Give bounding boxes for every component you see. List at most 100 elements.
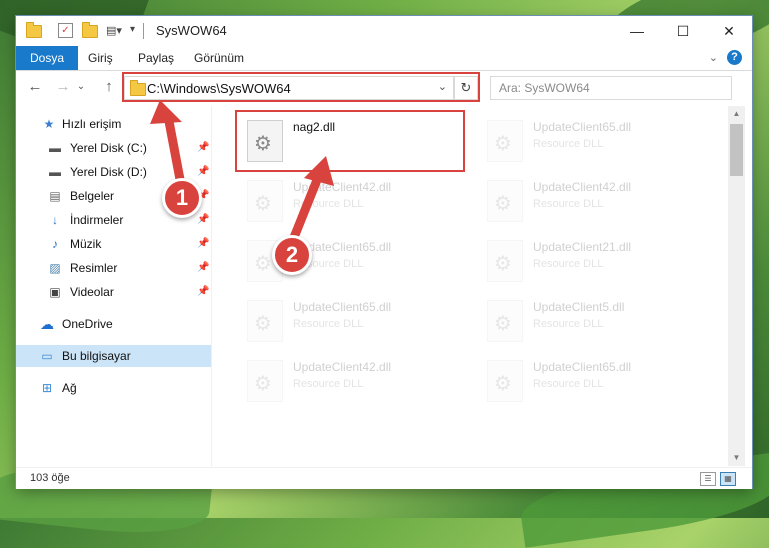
tab-share[interactable]: Paylaş: [128, 46, 184, 70]
sidebar-item-label: Hızlı erişim: [62, 117, 122, 131]
sidebar-item-label: Yerel Disk (C:): [70, 141, 147, 155]
sidebar-item-onedrive[interactable]: ☁ OneDrive: [16, 313, 211, 335]
file-item[interactable]: UpdateClient65.dll Resource DLL: [237, 294, 467, 350]
dll-file-icon: [487, 300, 523, 342]
search-input[interactable]: Ara: SysWOW64: [490, 76, 732, 100]
file-name: UpdateClient42.dll: [293, 180, 392, 194]
navigation-pane: ★ Hızlı erişim ▬ Yerel Disk (C:) 📌 ▬ Yer…: [16, 106, 211, 466]
pin-icon: 📌: [197, 286, 210, 297]
status-bar: 103 öğe ☰ ▦: [16, 467, 752, 489]
file-name: UpdateClient42.dll: [533, 180, 632, 194]
dll-file-icon: [247, 360, 283, 402]
search-placeholder: Ara: SysWOW64: [499, 81, 590, 95]
pin-icon: 📌: [197, 142, 210, 153]
file-type: Resource DLL: [533, 138, 604, 150]
file-item[interactable]: UpdateClient42.dll Resource DLL: [477, 174, 707, 230]
dll-file-icon: [487, 180, 523, 222]
pictures-icon: ▨: [49, 261, 61, 275]
sidebar-item-label: İndirmeler: [70, 213, 124, 227]
dll-file-icon: [487, 120, 523, 162]
file-item[interactable]: UpdateClient65.dll Resource DLL: [237, 234, 467, 290]
dll-file-icon: [487, 360, 523, 402]
step-1-badge: 1: [162, 178, 202, 218]
ribbon-tabs: Dosya Giriş Paylaş Görünüm ⌄ ?: [16, 46, 752, 71]
file-item[interactable]: UpdateClient5.dll Resource DLL: [477, 294, 707, 350]
forward-button[interactable]: →: [52, 77, 74, 97]
computer-icon: ▭: [41, 349, 53, 363]
properties-icon[interactable]: ✓: [58, 23, 73, 38]
tab-file[interactable]: Dosya: [16, 46, 79, 70]
window-title: SysWOW64: [156, 23, 227, 38]
sidebar-item-label: Belgeler: [70, 189, 115, 203]
file-type: Resource DLL: [293, 378, 364, 390]
sidebar-item-network[interactable]: ⊞ Ağ: [16, 377, 211, 399]
sidebar-item-videos[interactable]: ▣ Videolar 📌: [16, 281, 211, 303]
star-icon: ★: [43, 117, 55, 131]
file-name: UpdateClient65.dll: [533, 120, 632, 134]
pin-icon: 📌: [197, 238, 210, 249]
file-type: Resource DLL: [533, 258, 604, 270]
drive-icon: ▬: [49, 141, 61, 155]
file-name: UpdateClient42.dll: [293, 360, 392, 374]
help-icon[interactable]: ?: [727, 50, 742, 65]
file-type: Resource DLL: [533, 318, 604, 330]
sidebar-item-disk-c[interactable]: ▬ Yerel Disk (C:) 📌: [16, 137, 211, 159]
step-2-badge: 2: [272, 235, 312, 275]
download-icon: ↓: [52, 213, 58, 227]
sidebar-item-label: Resimler: [70, 261, 118, 275]
file-name: UpdateClient65.dll: [533, 360, 632, 374]
file-name: UpdateClient21.dll: [533, 240, 632, 254]
address-highlight-box: [122, 72, 480, 102]
up-button[interactable]: ↑: [98, 77, 120, 97]
file-type: Resource DLL: [293, 318, 364, 330]
video-icon: ▣: [49, 285, 61, 299]
drive-icon: ▬: [49, 165, 61, 179]
file-item[interactable]: UpdateClient42.dll Resource DLL: [237, 174, 467, 230]
recent-locations-button[interactable]: ⌄: [74, 77, 88, 97]
sidebar-item-quick-access[interactable]: ★ Hızlı erişim: [16, 113, 211, 135]
sidebar-item-label: Müzik: [70, 237, 102, 251]
tiles-view-icon[interactable]: ▦: [720, 472, 736, 486]
title-separator: [143, 23, 144, 39]
sidebar-item-label: OneDrive: [62, 317, 113, 331]
file-type: Resource DLL: [533, 378, 604, 390]
pin-icon: 📌: [197, 262, 210, 273]
tab-view[interactable]: Görünüm: [184, 46, 254, 70]
file-item[interactable]: UpdateClient65.dll Resource DLL: [477, 354, 707, 410]
vertical-scrollbar[interactable]: ▲ ▼: [728, 106, 745, 466]
network-icon: ⊞: [41, 381, 53, 395]
ribbon-collapse-icon[interactable]: ⌄: [709, 51, 718, 64]
details-view-icon[interactable]: ☰: [700, 472, 716, 486]
pane-divider[interactable]: [211, 106, 212, 466]
sidebar-item-pictures[interactable]: ▨ Resimler 📌: [16, 257, 211, 279]
file-item[interactable]: UpdateClient42.dll Resource DLL: [237, 354, 467, 410]
file-highlight-box: [235, 110, 465, 172]
scroll-up-icon[interactable]: ▲: [728, 106, 745, 122]
customize-toolbar-icon[interactable]: ▤▾: [106, 24, 122, 42]
pin-icon: 📌: [197, 166, 210, 177]
quick-access-dropdown-icon[interactable]: ▾: [130, 24, 135, 42]
dll-file-icon: [247, 180, 283, 222]
pin-icon: 📌: [197, 214, 210, 225]
sidebar-item-this-pc[interactable]: ▭ Bu bilgisayar: [16, 345, 211, 367]
cloud-icon: ☁: [40, 316, 54, 332]
sidebar-item-label: Videolar: [70, 285, 114, 299]
file-type: Resource DLL: [293, 198, 364, 210]
scroll-down-icon[interactable]: ▼: [728, 450, 745, 466]
file-item[interactable]: UpdateClient21.dll Resource DLL: [477, 234, 707, 290]
sidebar-item-label: Yerel Disk (D:): [70, 165, 147, 179]
tab-home[interactable]: Giriş: [78, 46, 123, 70]
item-count: 103 öğe: [30, 472, 70, 484]
minimize-button[interactable]: —: [614, 16, 660, 46]
sidebar-item-music[interactable]: ♪ Müzik 📌: [16, 233, 211, 255]
maximize-button[interactable]: ☐: [660, 16, 706, 46]
file-item[interactable]: UpdateClient65.dll Resource DLL: [477, 114, 707, 170]
file-type: Resource DLL: [533, 198, 604, 210]
back-button[interactable]: ←: [24, 77, 46, 97]
close-button[interactable]: ✕: [706, 16, 752, 46]
scrollbar-thumb[interactable]: [730, 124, 743, 176]
sidebar-item-label: Ağ: [62, 381, 77, 395]
dll-file-icon: [247, 300, 283, 342]
dll-file-icon: [487, 240, 523, 282]
documents-icon: ▤: [49, 189, 61, 203]
